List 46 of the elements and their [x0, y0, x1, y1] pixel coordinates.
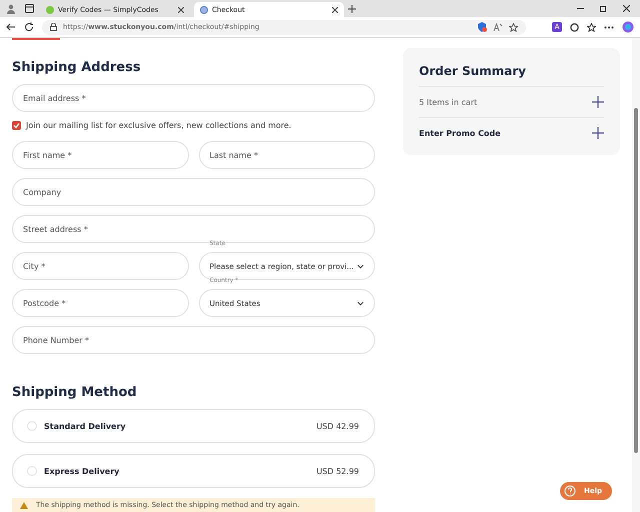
profile-icon[interactable]	[6, 4, 16, 14]
tab-actions-icon[interactable]	[24, 4, 34, 13]
back-icon[interactable]	[6, 22, 16, 32]
star-icon[interactable]	[509, 22, 518, 32]
refresh-icon[interactable]	[24, 22, 34, 32]
more-icon[interactable]	[604, 26, 614, 28]
radio-button[interactable]	[27, 421, 37, 431]
section-title: Shipping Method	[12, 385, 138, 400]
shipping-option[interactable]: Standard Delivery USD 42.99	[12, 409, 375, 443]
option-price: USD 42.99	[316, 422, 359, 430]
favorites-icon[interactable]	[587, 22, 596, 32]
summary-row-label[interactable]: Enter Promo Code	[419, 128, 501, 138]
option-name: Standard Delivery	[44, 422, 127, 430]
input-field[interactable]: Last name *	[198, 141, 375, 169]
input-field[interactable]: Phone Number *	[12, 326, 375, 354]
scrollbar[interactable]	[632, 38, 640, 512]
option-name: Express Delivery	[44, 466, 120, 476]
input-field[interactable]: Postcode *	[12, 289, 188, 317]
warning-icon	[20, 502, 28, 508]
chevron-down-icon	[357, 300, 364, 306]
input-field[interactable]: Email address *	[12, 84, 375, 112]
summary-row-label[interactable]: 5 Items in cart	[419, 98, 478, 106]
close-icon[interactable]	[332, 6, 338, 12]
shipping-option[interactable]: Express Delivery USD 52.99	[12, 454, 375, 488]
chevron-down-icon	[357, 264, 364, 268]
card-title: Order Summary	[419, 64, 527, 78]
question-icon	[564, 485, 576, 497]
input-field[interactable]: First name *	[12, 141, 188, 169]
lock-icon	[50, 23, 57, 31]
shield-icon[interactable]	[477, 22, 487, 32]
close-icon[interactable]	[178, 6, 184, 12]
read-aloud-icon[interactable]	[493, 23, 503, 31]
restore-icon[interactable]	[600, 5, 607, 12]
extension-icon[interactable]	[570, 22, 579, 32]
option-price: USD 52.99	[316, 466, 359, 476]
plus-icon[interactable]	[592, 127, 604, 139]
minimize-icon[interactable]	[577, 5, 584, 12]
checkbox-label: Join our mailing list for exclusive offers, new collections and more.	[26, 121, 292, 130]
new-tab-icon[interactable]	[348, 4, 356, 12]
section-title: Shipping Address	[12, 60, 142, 75]
input-field[interactable]: Company	[12, 178, 375, 206]
radio-button[interactable]	[27, 466, 37, 476]
input-field[interactable]: City *	[12, 252, 188, 280]
close-icon[interactable]	[623, 5, 630, 12]
plus-icon[interactable]	[592, 96, 604, 108]
checkbox[interactable]	[12, 121, 21, 130]
